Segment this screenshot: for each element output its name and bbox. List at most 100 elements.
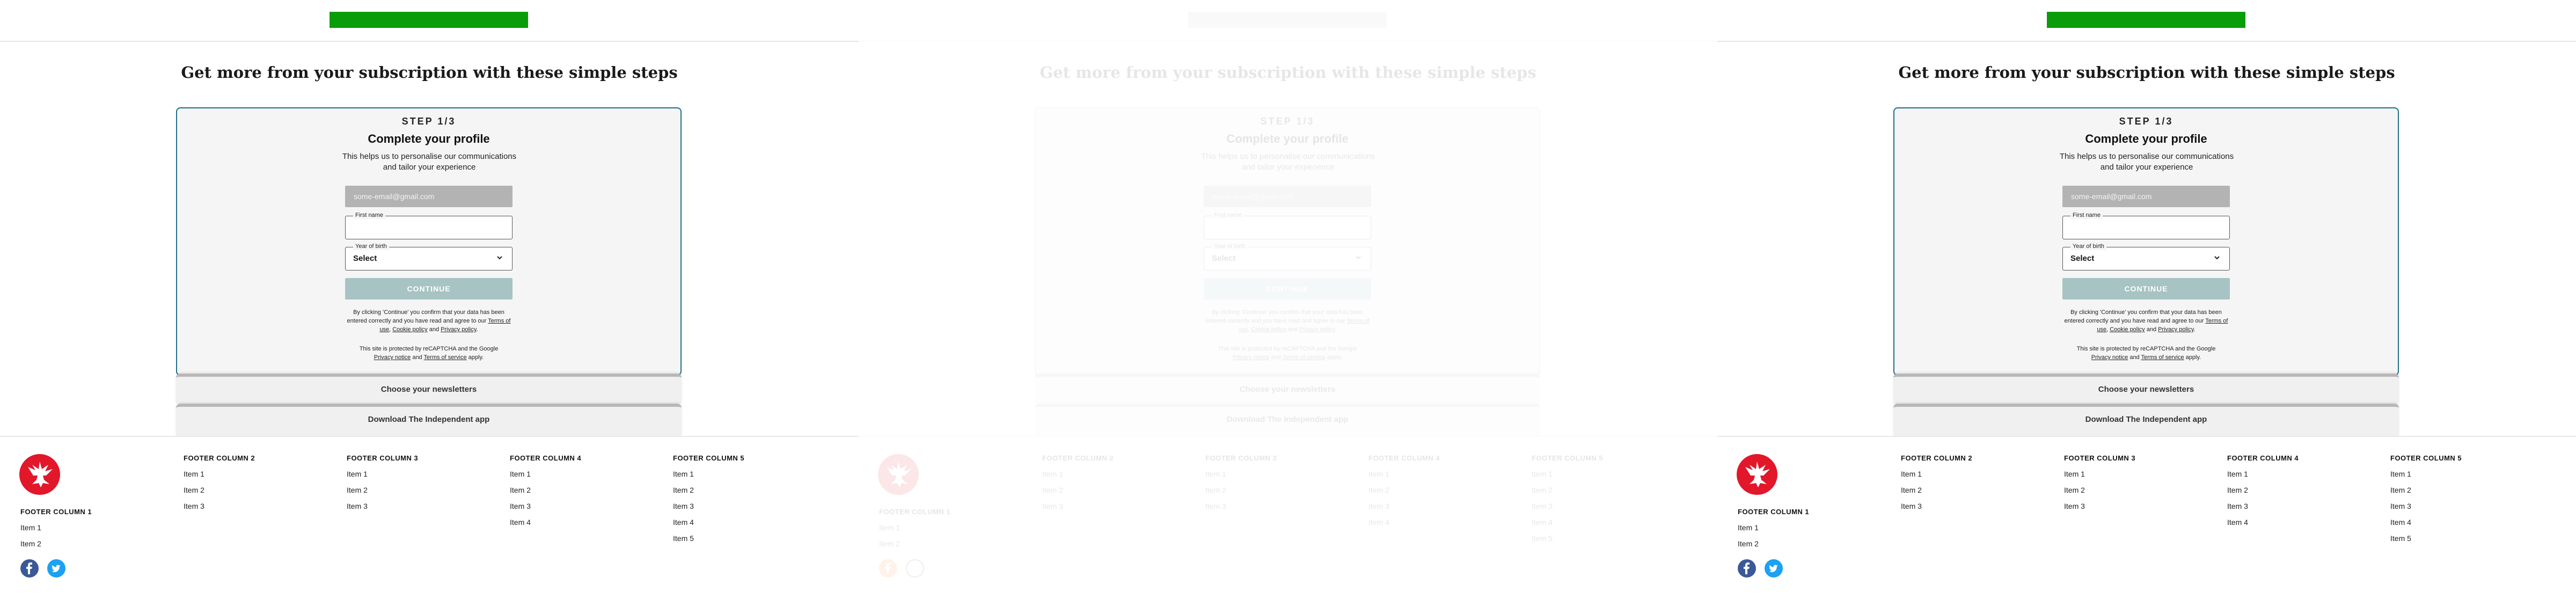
facebook-icon[interactable] [20,559,39,578]
footer-link[interactable]: Item 2 [2227,486,2299,502]
footer-link[interactable]: Item 1 [879,523,950,539]
year-of-birth-select[interactable]: Year of birth Select [2062,243,2230,271]
first-name-field[interactable]: First name [2062,211,2230,239]
footer-link[interactable]: Item 1 [673,470,744,486]
footer-link[interactable]: Item 1 [1738,523,1809,539]
newsletters-step-tab[interactable]: Choose your newsletters [1893,374,2399,404]
cookie-policy-link[interactable]: Cookie policy [1251,326,1286,333]
footer-link[interactable]: Item 2 [2390,486,2462,502]
independent-eagle-logo-icon[interactable] [19,454,60,495]
google-terms-link[interactable]: Terms of service [1283,354,1326,361]
footer-column-title: FOOTER COLUMN 3 [2064,454,2136,462]
footer-link[interactable]: Item 3 [1205,502,1277,518]
footer-column-1: FOOTER COLUMN 1 Item 1 Item 2 [20,508,92,555]
footer-link[interactable]: Item 5 [1532,534,1603,550]
site-logo[interactable] [2047,12,2245,28]
first-name-label: First name [2070,211,2103,219]
footer-link[interactable]: Item 2 [347,486,418,502]
independent-eagle-logo-icon[interactable] [878,454,919,495]
footer-column-2: FOOTER COLUMN 2 Item 1 Item 2 Item 3 [1042,454,1114,518]
card-title: Complete your profile [1226,132,1349,145]
footer-link[interactable]: Item 5 [2390,534,2462,550]
footer-link[interactable]: Item 2 [2064,486,2135,502]
footer-link[interactable]: Item 5 [673,534,744,550]
footer-link[interactable]: Item 4 [1532,518,1603,534]
footer-link[interactable]: Item 2 [1532,486,1603,502]
footer-link[interactable]: Item 1 [184,470,255,486]
footer-link[interactable]: Item 3 [184,502,255,518]
app-download-step-tab[interactable]: Download The Independent app [176,404,682,436]
footer-link[interactable]: Item 2 [1042,486,1114,502]
footer-link[interactable]: Item 1 [2390,470,2462,486]
footer-link[interactable]: Item 1 [1368,470,1440,486]
footer-link[interactable]: Item 1 [1532,470,1603,486]
first-name-field[interactable]: First name [1204,211,1371,239]
footer-link[interactable]: Item 2 [184,486,255,502]
footer-link[interactable]: Item 2 [673,486,744,502]
footer-link[interactable]: Item 4 [2227,518,2299,534]
footer-link[interactable]: Item 1 [20,523,92,539]
footer-link[interactable]: Item 1 [1901,470,1972,486]
footer-link[interactable]: Item 1 [347,470,418,486]
footer-link[interactable]: Item 3 [1901,502,1972,518]
privacy-policy-link[interactable]: Privacy policy [2158,326,2193,333]
footer-link[interactable]: Item 2 [510,486,581,502]
footer-link[interactable]: Item 3 [1042,502,1114,518]
footer-link[interactable]: Item 3 [2064,502,2135,518]
footer-link[interactable]: Item 2 [20,539,92,555]
google-terms-link[interactable]: Terms of service [2141,354,2184,361]
footer-link[interactable]: Item 4 [2390,518,2462,534]
footer-link[interactable]: Item 3 [673,502,744,518]
continue-button[interactable]: CONTINUE [345,278,513,299]
footer-link[interactable]: Item 4 [1368,518,1440,534]
footer-link[interactable]: Item 3 [510,502,581,518]
footer-link[interactable]: Item 2 [1368,486,1440,502]
footer-link[interactable]: Item 3 [2390,502,2462,518]
privacy-policy-link[interactable]: Privacy policy [441,326,476,333]
privacy-policy-link[interactable]: Privacy policy [1299,326,1335,333]
footer-link[interactable]: Item 2 [1901,486,1972,502]
footer-link[interactable]: Item 4 [673,518,744,534]
footer-column-3: FOOTER COLUMN 3 Item 1 Item 2 Item 3 [347,454,418,518]
cookie-policy-link[interactable]: Cookie policy [2110,326,2145,333]
cookie-policy-link[interactable]: Cookie policy [392,326,427,333]
google-terms-link[interactable]: Terms of service [424,354,467,361]
site-logo[interactable] [1188,12,1387,28]
footer-link[interactable]: Item 4 [510,518,581,534]
footer-link[interactable]: Item 3 [1532,502,1603,518]
facebook-icon[interactable] [1738,559,1756,578]
footer-link[interactable]: Item 1 [510,470,581,486]
google-privacy-notice-link[interactable]: Privacy notice [1233,354,1269,361]
footer-link[interactable]: Item 1 [1205,470,1277,486]
legal-text: By clicking 'Continue' you confirm that … [343,308,514,334]
year-of-birth-select[interactable]: Year of birth Select [1204,243,1371,271]
footer-link[interactable]: Item 2 [1205,486,1277,502]
footer-link[interactable]: Item 2 [1738,539,1809,555]
footer-link[interactable]: Item 3 [2227,502,2299,518]
google-privacy-notice-link[interactable]: Privacy notice [2091,354,2128,361]
twitter-icon[interactable] [906,559,925,578]
app-download-step-tab[interactable]: Download The Independent app [1893,404,2399,436]
continue-button[interactable]: CONTINUE [1204,278,1371,299]
footer-link[interactable]: Item 3 [1368,502,1440,518]
footer-link[interactable]: Item 3 [347,502,418,518]
legal-prefix: By clicking 'Continue' you confirm that … [2064,309,2222,324]
twitter-icon[interactable] [47,559,66,578]
newsletters-step-tab[interactable]: Choose your newsletters [1035,374,1540,404]
independent-eagle-logo-icon[interactable] [1737,454,1777,495]
year-of-birth-label: Year of birth [353,243,389,250]
site-logo[interactable] [330,12,528,28]
footer-link[interactable]: Item 1 [2064,470,2135,486]
twitter-icon[interactable] [1765,559,1783,578]
continue-button[interactable]: CONTINUE [2062,278,2230,299]
footer-link[interactable]: Item 2 [879,539,950,555]
google-privacy-notice-link[interactable]: Privacy notice [374,354,411,361]
facebook-icon[interactable] [879,559,897,578]
first-name-field[interactable]: First name [345,211,513,239]
app-download-step-tab[interactable]: Download The Independent app [1035,404,1540,436]
newsletters-step-tab[interactable]: Choose your newsletters [176,374,682,404]
year-of-birth-select[interactable]: Year of birth Select [345,243,513,271]
footer-link[interactable]: Item 1 [2227,470,2299,486]
footer-link[interactable]: Item 1 [1042,470,1114,486]
captcha-end: apply. [1325,354,1343,361]
